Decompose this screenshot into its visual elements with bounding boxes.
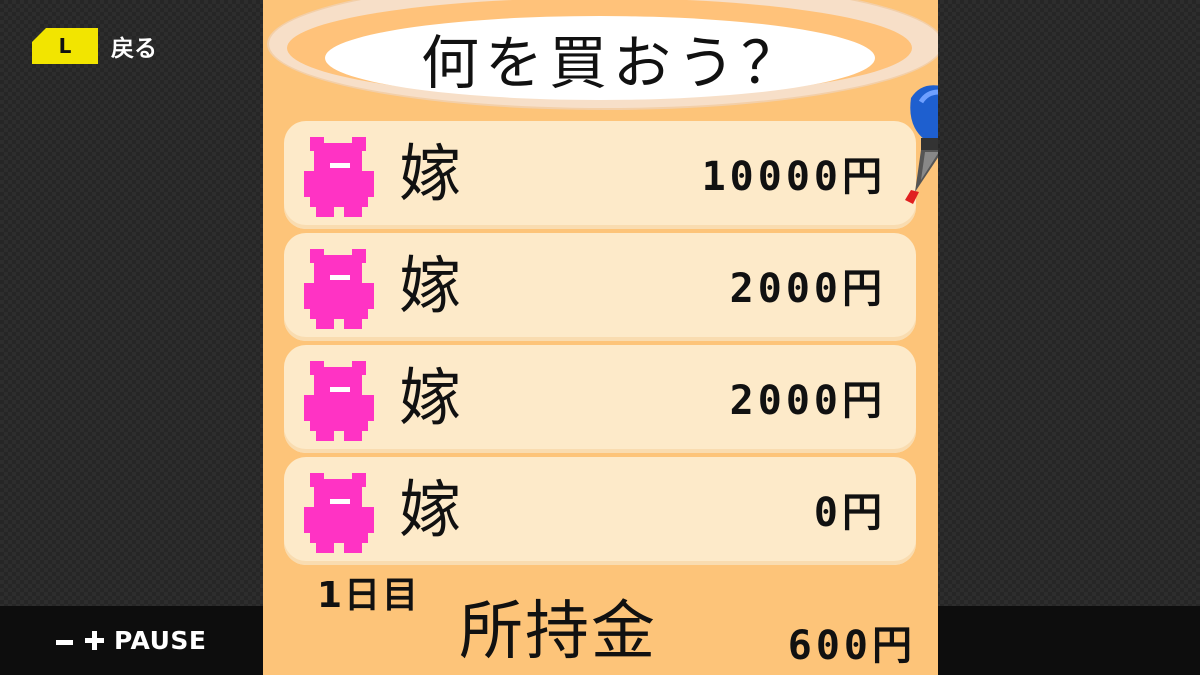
- back-label: 戻る: [111, 36, 157, 62]
- pink-bear-icon: [304, 361, 374, 441]
- money-value: 600円: [787, 623, 916, 669]
- item-name: 嫁: [399, 361, 462, 434]
- pen-cursor-icon: [905, 85, 938, 204]
- pink-bear-icon: [304, 473, 374, 553]
- back-hint[interactable]: L 戻る: [32, 27, 157, 65]
- right-letterbox-bar: [938, 606, 1200, 675]
- item-name: 嫁: [399, 249, 462, 322]
- item-name: 嫁: [399, 473, 462, 546]
- shop-item-row[interactable]: 嫁 2000円: [284, 233, 916, 341]
- plus-icon: [85, 631, 104, 650]
- pink-bear-icon: [304, 137, 374, 217]
- shop-item-row[interactable]: 嫁 2000円: [284, 345, 916, 453]
- item-price: 10000円: [701, 154, 886, 200]
- pause-bar[interactable]: PAUSE: [0, 606, 263, 675]
- item-price: 0円: [813, 490, 886, 536]
- money-label: 所持金: [459, 595, 657, 669]
- pause-label: PAUSE: [114, 626, 207, 655]
- item-price: 2000円: [729, 378, 886, 424]
- day-counter: 1日目: [317, 575, 421, 616]
- minus-icon: [56, 640, 73, 645]
- shop-item-row[interactable]: 嫁 0円: [284, 457, 916, 565]
- game-screen: 何を買おう？ 嫁 10000円 嫁 2000円 嫁 2000円 嫁 0円 1日目…: [263, 0, 938, 675]
- pink-bear-icon: [304, 249, 374, 329]
- item-name: 嫁: [399, 137, 462, 210]
- shop-item-row[interactable]: 嫁 10000円: [284, 121, 916, 229]
- l-button-icon[interactable]: L: [32, 28, 98, 64]
- item-price: 2000円: [729, 266, 886, 312]
